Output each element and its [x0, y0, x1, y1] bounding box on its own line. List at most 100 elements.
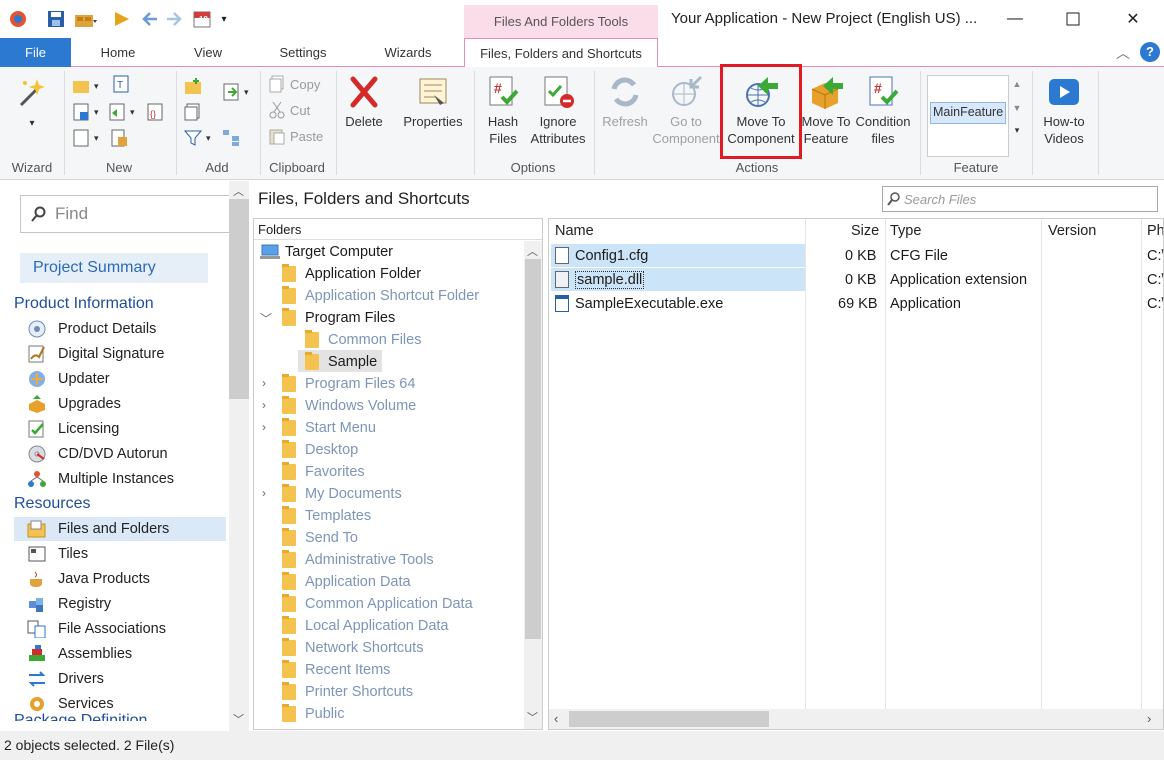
- file-list-hscroll-thumb[interactable]: [569, 711, 769, 727]
- close-button[interactable]: ✕: [1110, 6, 1156, 32]
- collapse-ribbon-icon[interactable]: ︿: [1116, 43, 1130, 63]
- tab-view[interactable]: View: [176, 38, 240, 67]
- new-file-button[interactable]: ▾: [108, 103, 135, 121]
- tree-node-common-application-data[interactable]: Common Application Data: [282, 593, 473, 615]
- tree-node-application-shortcut-folder[interactable]: Application Shortcut Folder: [282, 285, 479, 307]
- nav-updater[interactable]: Updater: [14, 367, 226, 391]
- new-text-file-button[interactable]: T: [112, 75, 130, 93]
- nav-assemblies[interactable]: Assemblies: [14, 642, 226, 666]
- minimize-button[interactable]: —: [992, 6, 1038, 32]
- tree-node-network-shortcuts[interactable]: Network Shortcuts: [282, 637, 423, 659]
- feature-gallery-scroll[interactable]: ▲ ▼ ▾: [1010, 75, 1024, 157]
- add-tree-button[interactable]: [222, 129, 240, 147]
- section-product-information[interactable]: Product Information: [14, 295, 154, 313]
- left-nav-scroll-thumb[interactable]: [229, 199, 249, 399]
- nav-digital-signature[interactable]: Digital Signature: [14, 342, 226, 366]
- save-icon[interactable]: [46, 9, 66, 29]
- file-name-cell[interactable]: SampleExecutable.exe: [555, 292, 723, 315]
- tree-scroll-thumb[interactable]: [525, 259, 541, 639]
- ignore-attributes-button[interactable]: Ignore Attributes: [528, 75, 588, 147]
- new-script-button[interactable]: {}: [146, 103, 164, 121]
- tree-node-send-to[interactable]: Send To: [282, 527, 358, 549]
- file-name-cell[interactable]: Config1.cfg: [555, 244, 648, 267]
- tree-node-recent-items[interactable]: Recent Items: [282, 659, 390, 681]
- column-header-size[interactable]: Size: [851, 219, 879, 243]
- nav-upgrades[interactable]: Upgrades: [14, 392, 226, 416]
- howto-videos-button[interactable]: How-to Videos: [1036, 75, 1092, 147]
- tree-scroll-down-icon[interactable]: ﹀: [527, 709, 538, 725]
- nav-drivers[interactable]: Drivers: [14, 667, 226, 691]
- tree-node-favorites[interactable]: Favorites: [282, 461, 365, 483]
- tree-node-start-menu[interactable]: › Start Menu: [262, 417, 376, 439]
- section-resources[interactable]: Resources: [14, 495, 90, 513]
- column-header-version[interactable]: Version: [1048, 219, 1096, 243]
- forward-arrow-icon[interactable]: [164, 9, 184, 29]
- nav-files-and-folders[interactable]: Files and Folders: [14, 517, 226, 541]
- nav-multiple-instances[interactable]: Multiple Instances: [14, 467, 226, 491]
- condition-files-button[interactable]: # Condition files: [852, 75, 914, 147]
- new-shortcut-button[interactable]: ▾: [72, 103, 99, 121]
- section-package-definition[interactable]: Package Definition: [14, 709, 147, 721]
- add-files-button[interactable]: [184, 103, 202, 121]
- tree-node-target-computer[interactable]: Target Computer: [260, 241, 393, 263]
- tree-node-my-documents[interactable]: › My Documents: [262, 483, 402, 505]
- tab-home[interactable]: Home: [82, 38, 154, 67]
- nav-cd-dvd-autorun[interactable]: CD/DVD Autorun: [14, 442, 226, 466]
- paste-button[interactable]: Paste: [268, 127, 323, 145]
- scroll-up-icon[interactable]: ︿: [233, 183, 244, 199]
- maximize-button[interactable]: [1050, 6, 1096, 32]
- scroll-left-icon[interactable]: ‹: [554, 711, 558, 726]
- back-arrow-icon[interactable]: [140, 9, 160, 29]
- move-to-feature-button[interactable]: Move To Feature: [800, 75, 852, 147]
- tree-node-administrative-tools[interactable]: Administrative Tools: [282, 549, 434, 571]
- tree-node-sample[interactable]: Sample: [305, 351, 377, 373]
- scroll-right-icon[interactable]: ›: [1147, 711, 1151, 726]
- tree-node-desktop[interactable]: Desktop: [282, 439, 358, 461]
- column-header-type[interactable]: Type: [890, 219, 921, 243]
- tree-node-application-data[interactable]: Application Data: [282, 571, 411, 593]
- find-input[interactable]: Find: [20, 195, 230, 233]
- tab-settings[interactable]: Settings: [266, 38, 340, 67]
- cut-button[interactable]: Cut: [268, 101, 310, 119]
- add-filter-button[interactable]: ▾: [184, 129, 211, 147]
- tree-node-public[interactable]: Public: [282, 703, 345, 725]
- nav-licensing[interactable]: Licensing: [14, 417, 226, 441]
- nav-tiles[interactable]: Tiles: [14, 542, 226, 566]
- tree-scroll-up-icon[interactable]: ︿: [527, 243, 538, 259]
- properties-button[interactable]: Properties: [398, 75, 468, 130]
- copy-button[interactable]: Copy: [268, 75, 320, 93]
- nav-registry[interactable]: Registry: [14, 592, 226, 616]
- project-summary-link[interactable]: Project Summary: [20, 253, 208, 283]
- tree-node-templates[interactable]: Templates: [282, 505, 371, 527]
- calendar-badge-icon[interactable]: 19: [192, 9, 212, 29]
- feature-gallery[interactable]: MainFeature: [927, 75, 1009, 157]
- tree-node-printer-shortcuts[interactable]: Printer Shortcuts: [282, 681, 413, 703]
- customize-quick-access-icon[interactable]: ▾: [214, 9, 234, 29]
- tab-file[interactable]: File: [0, 38, 71, 67]
- new-package-button[interactable]: [110, 129, 128, 147]
- scroll-down-icon[interactable]: ﹀: [233, 711, 244, 727]
- feature-item-main[interactable]: MainFeature: [930, 102, 1006, 124]
- help-icon[interactable]: ?: [1140, 42, 1160, 62]
- go-to-component-button[interactable]: Go to Component: [652, 75, 720, 147]
- build-icon[interactable]: [72, 9, 100, 29]
- nav-product-details[interactable]: Product Details: [14, 317, 226, 341]
- wizard-button[interactable]: ▾: [8, 75, 56, 132]
- column-header-path[interactable]: Ph: [1147, 219, 1163, 243]
- tree-node-local-application-data[interactable]: Local Application Data: [282, 615, 449, 637]
- new-folder-button[interactable]: ▾: [72, 77, 99, 95]
- nav-file-associations[interactable]: File Associations: [14, 617, 226, 641]
- add-folder-button[interactable]: [184, 77, 202, 95]
- tree-node-windows-volume[interactable]: › Windows Volume: [262, 395, 416, 417]
- new-document-button[interactable]: ▾: [72, 129, 99, 147]
- hash-files-button[interactable]: # Hash Files: [478, 75, 528, 147]
- tree-node-application-folder[interactable]: Application Folder: [282, 263, 421, 285]
- tree-node-program-files-64[interactable]: › Program Files 64: [262, 373, 415, 395]
- column-header-name[interactable]: Name: [555, 219, 594, 243]
- refresh-button[interactable]: Refresh: [598, 75, 652, 130]
- run-icon[interactable]: [112, 9, 132, 29]
- add-file-button[interactable]: ▾: [222, 83, 249, 101]
- delete-button[interactable]: Delete: [338, 75, 390, 130]
- tab-files-folders-shortcuts[interactable]: Files, Folders and Shortcuts: [464, 38, 658, 68]
- tree-node-common-files[interactable]: Common Files: [305, 329, 421, 351]
